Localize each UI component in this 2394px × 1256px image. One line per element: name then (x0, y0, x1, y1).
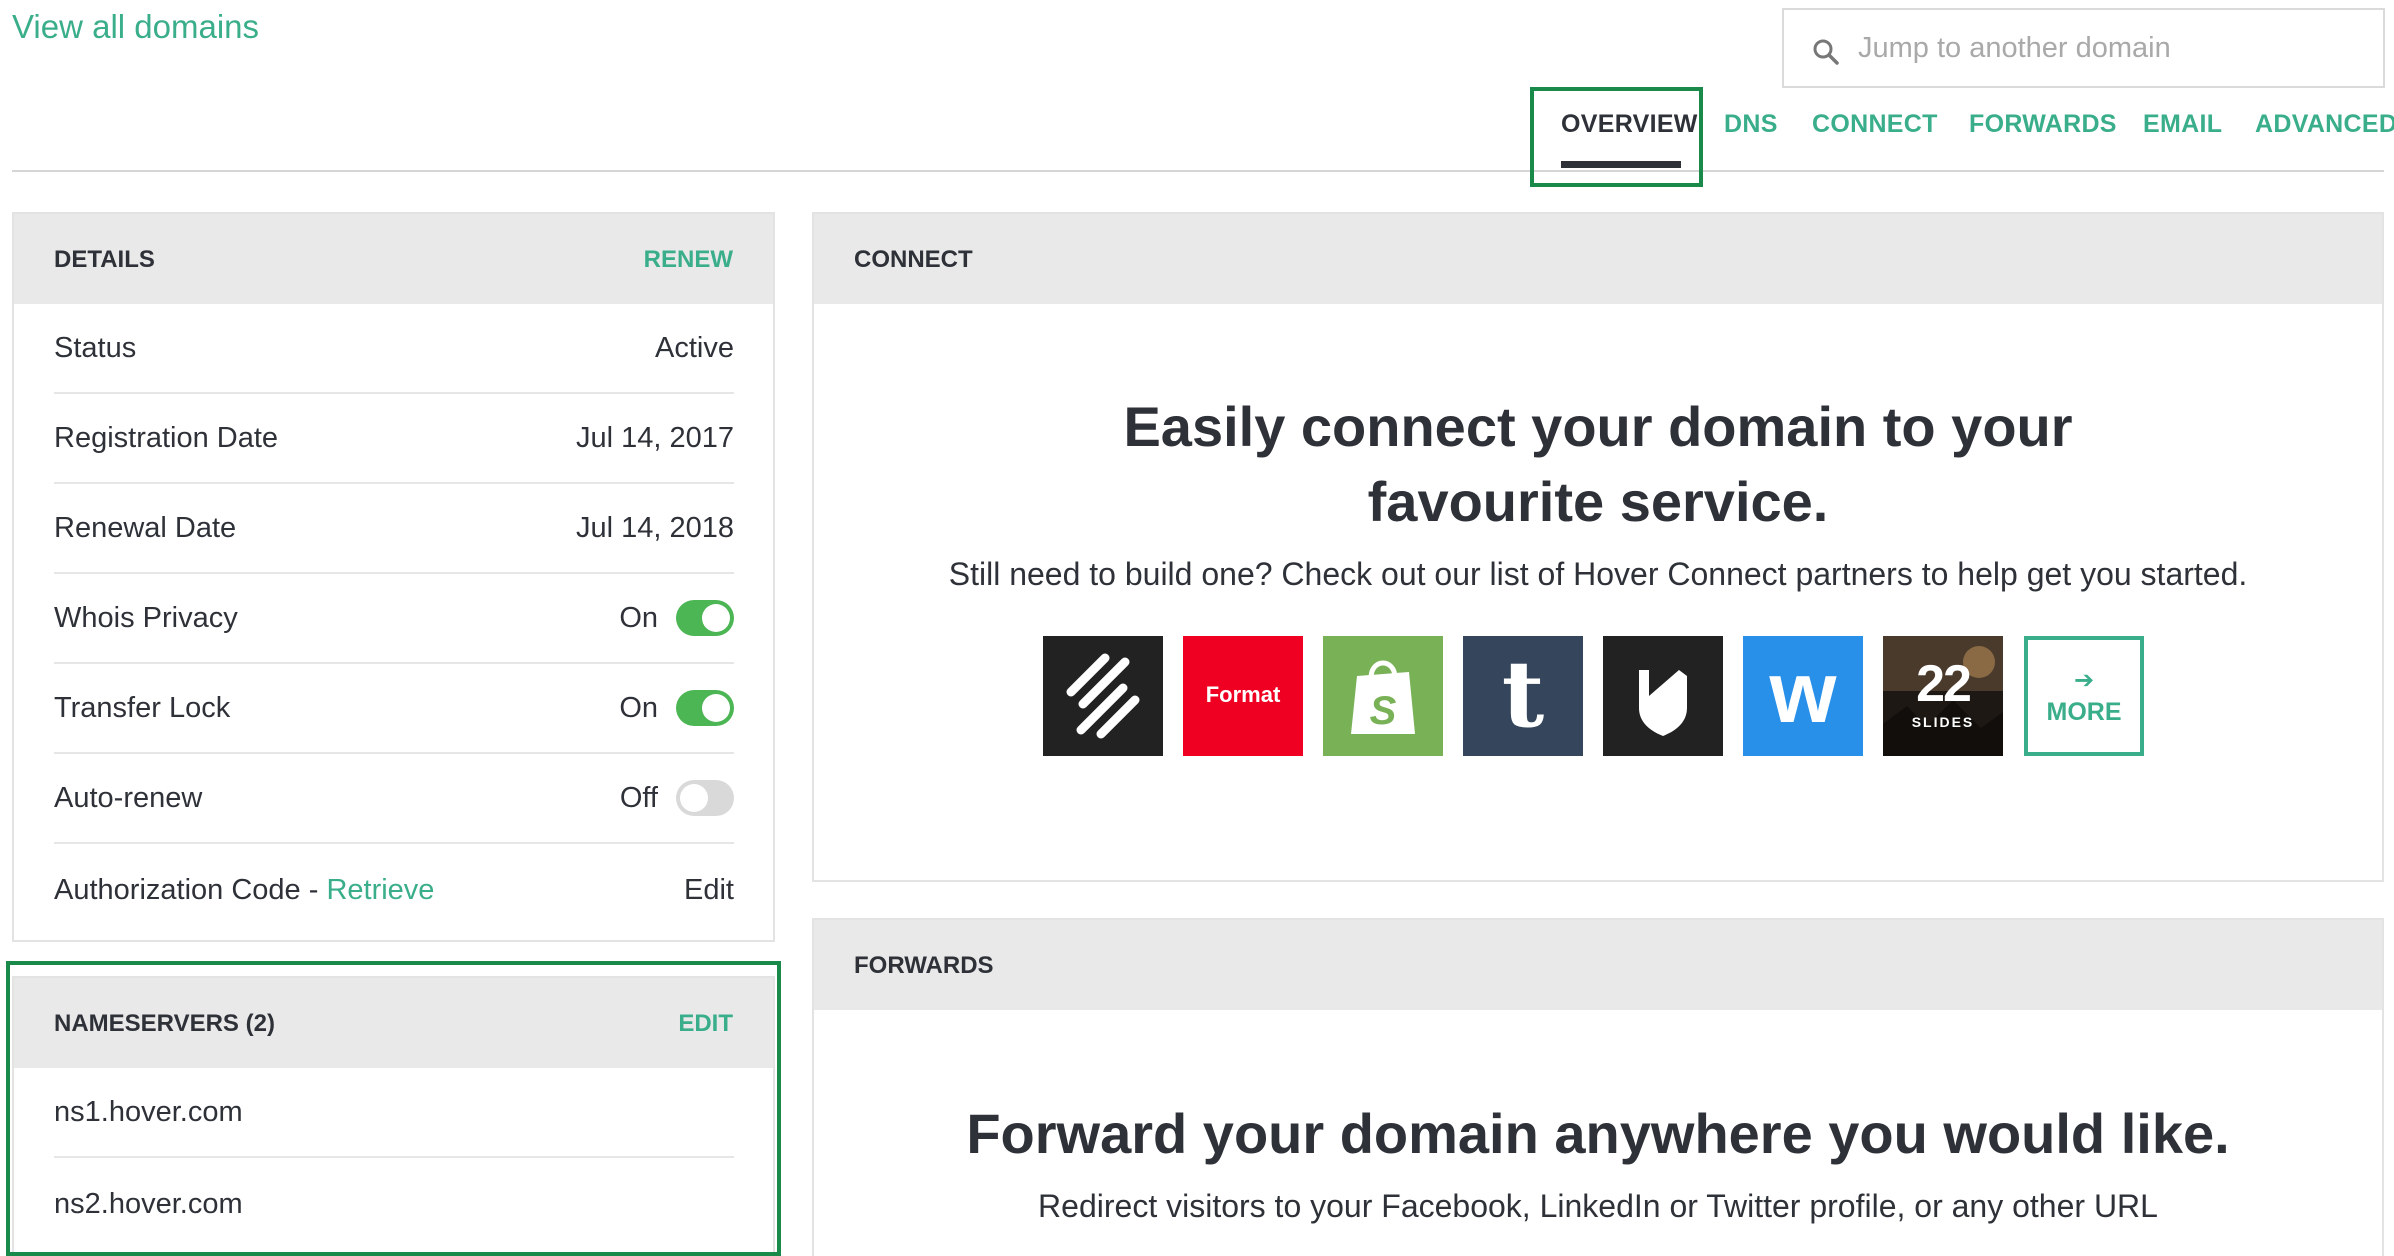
squarespace-tile[interactable] (1043, 636, 1163, 756)
registration-date-value: Jul 14, 2017 (575, 422, 734, 454)
tab-advanced[interactable]: ADVANCED (2255, 110, 2394, 139)
renewal-date-value: Jul 14, 2018 (575, 512, 734, 544)
renew-link[interactable]: RENEW (644, 246, 733, 274)
weebly-icon: w (1769, 645, 1837, 741)
forwards-title: FORWARDS (854, 952, 994, 979)
whois-privacy-value: On (619, 602, 658, 634)
transfer-lock-value: On (619, 692, 658, 724)
bigcartel-tile[interactable] (1603, 636, 1723, 756)
renewal-date-row: Renewal Date Jul 14, 2018 (54, 484, 734, 574)
forwards-panel-header: FORWARDS (814, 920, 2382, 1010)
transfer-lock-toggle[interactable] (676, 690, 734, 726)
tumblr-tile[interactable]: t (1463, 636, 1583, 756)
toggle-knob (702, 694, 730, 722)
forwards-headline: Forward your domain anywhere you would l… (966, 1102, 2230, 1165)
connect-panel-header: CONNECT (814, 214, 2382, 304)
transfer-lock-row: Transfer Lock On (54, 664, 734, 754)
status-row: Status Active (54, 304, 734, 394)
nameservers-highlight (6, 961, 781, 1256)
authorization-code-label: Authorization Code - Retrieve (54, 874, 434, 907)
tab-connect[interactable]: CONNECT (1812, 110, 1938, 139)
22slides-number: 22 (1916, 655, 1972, 713)
shopify-icon: S (1351, 660, 1415, 734)
more-label: MORE (2046, 698, 2122, 726)
tab-forwards[interactable]: FORWARDS (1969, 110, 2117, 139)
22slides-word: SLIDES (1911, 714, 1975, 730)
more-partners-button[interactable]: ➔ MORE (2024, 636, 2144, 756)
toggle-knob (702, 604, 730, 632)
shopify-tile[interactable]: S (1323, 636, 1443, 756)
details-panel: DETAILS RENEW Status Active Registration… (12, 212, 775, 942)
auto-renew-row: Auto-renew Off (54, 754, 734, 844)
tab-dns[interactable]: DNS (1724, 110, 1778, 139)
retrieve-link[interactable]: Retrieve (326, 874, 434, 906)
auto-renew-label: Auto-renew (54, 782, 203, 814)
format-icon: Format (1205, 682, 1281, 707)
whois-privacy-row: Whois Privacy On (54, 574, 734, 664)
format-tile[interactable]: Format (1183, 636, 1303, 756)
transfer-lock-label: Transfer Lock (54, 692, 231, 724)
svg-text:S: S (1370, 689, 1397, 733)
auto-renew-value: Off (619, 782, 658, 814)
forwards-subtext: Redirect visitors to your Facebook, Link… (1038, 1188, 2158, 1224)
details-title: DETAILS (54, 246, 155, 273)
search-icon (1813, 39, 1839, 65)
authorization-code-row: Authorization Code - Retrieve Edit (54, 846, 734, 936)
authorization-edit-link[interactable]: Edit (684, 874, 734, 907)
squarespace-icon (1066, 653, 1140, 739)
connect-panel: CONNECT Easily connect your domain to yo… (812, 212, 2384, 882)
registration-date-row: Registration Date Jul 14, 2017 (54, 394, 734, 484)
connect-subtext: Still need to build one? Check out our l… (948, 556, 2248, 592)
overview-tab-highlight (1530, 87, 1703, 187)
renewal-date-label: Renewal Date (54, 512, 237, 544)
bigcartel-icon (1639, 670, 1687, 736)
arrow-right-icon: ➔ (2073, 667, 2095, 694)
registration-date-label: Registration Date (54, 422, 279, 454)
whois-privacy-toggle[interactable] (676, 600, 734, 636)
connect-title: CONNECT (854, 246, 973, 273)
weebly-tile[interactable]: w (1743, 636, 1863, 756)
toggle-knob (680, 784, 708, 812)
whois-privacy-label: Whois Privacy (54, 602, 238, 634)
authorization-code-text: Authorization Code - (54, 874, 327, 906)
domain-search-box[interactable] (1782, 8, 2385, 88)
tabs-divider (12, 170, 2384, 172)
status-label: Status (54, 332, 137, 364)
auto-renew-toggle[interactable] (676, 780, 734, 816)
22slides-tile[interactable]: 22 SLIDES (1883, 636, 2003, 756)
domain-search-input[interactable] (1858, 10, 2368, 86)
forwards-panel: FORWARDS Forward your domain anywhere yo… (812, 918, 2384, 1256)
view-all-domains-link[interactable]: View all domains (12, 8, 259, 46)
status-value: Active (655, 332, 734, 364)
tab-email[interactable]: EMAIL (2143, 110, 2222, 139)
tumblr-icon: t (1501, 640, 1545, 748)
details-panel-header: DETAILS RENEW (14, 214, 773, 304)
connect-headline: Easily connect your domain to your favou… (1123, 395, 2073, 533)
